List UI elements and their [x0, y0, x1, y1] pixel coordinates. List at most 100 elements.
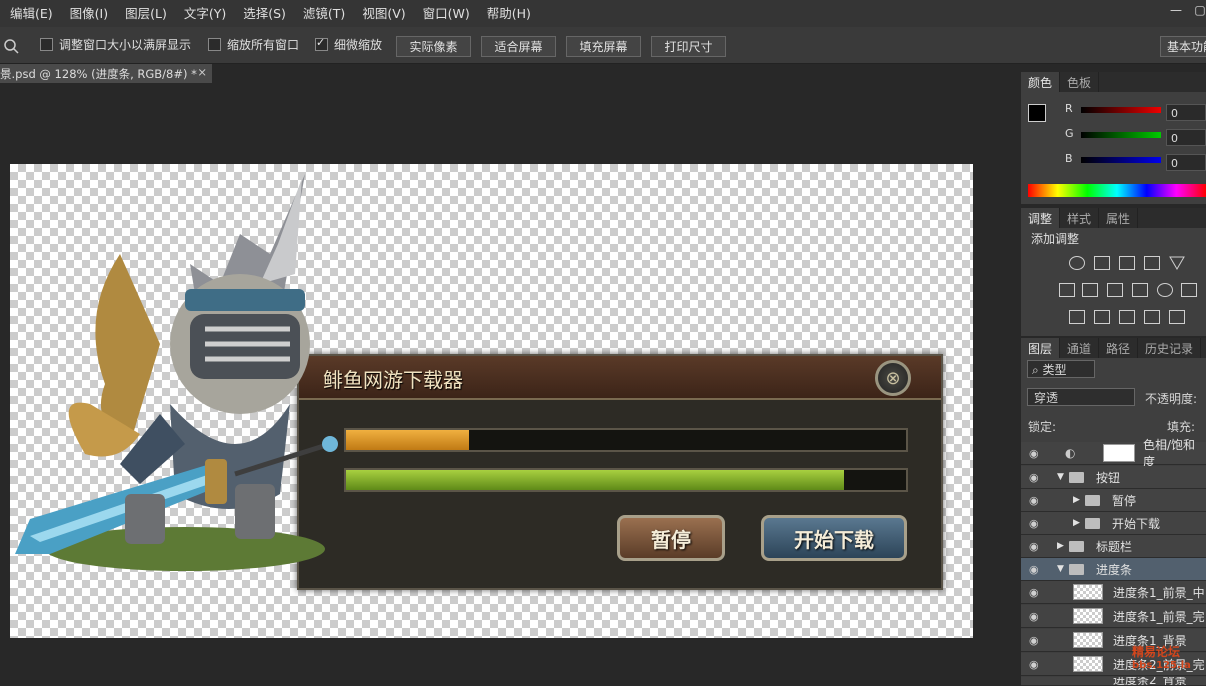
- add-adjustment-label: 添加调整: [1031, 232, 1080, 246]
- r-channel-row: R 0: [1021, 102, 1206, 122]
- progress-bar-1: [344, 428, 908, 452]
- layer-row[interactable]: ◉ ▶ 开始下载: [1021, 512, 1206, 535]
- tab-layers[interactable]: 图层: [1021, 338, 1061, 358]
- channel-mixer-icon[interactable]: [1157, 283, 1173, 297]
- chevron-right-icon[interactable]: ▶: [1057, 541, 1064, 551]
- blend-mode-select[interactable]: 穿透: [1027, 388, 1135, 406]
- hue-saturation-icon[interactable]: [1059, 283, 1075, 297]
- print-size-button[interactable]: 打印尺寸: [651, 36, 726, 57]
- gradient-map-icon[interactable]: [1144, 310, 1160, 324]
- brightness-icon[interactable]: [1069, 256, 1085, 270]
- photo-filter-icon[interactable]: [1132, 283, 1148, 297]
- tab-paths[interactable]: 路径: [1099, 338, 1139, 358]
- workspace-switcher[interactable]: 基本功能: [1160, 36, 1206, 57]
- posterize-icon[interactable]: [1094, 310, 1110, 324]
- color-panel: 颜色 色板 R 0 G 0 B 0: [1021, 72, 1206, 204]
- b-value-field[interactable]: 0: [1166, 154, 1206, 171]
- fit-screen-button[interactable]: 适合屏幕: [481, 36, 556, 57]
- start-download-button[interactable]: 开始下载: [761, 515, 907, 561]
- color-balance-icon[interactable]: [1082, 283, 1098, 297]
- fill-screen-button[interactable]: 填充屏幕: [566, 36, 641, 57]
- layer-row[interactable]: ◉ ◐ 色相/饱和度: [1021, 438, 1206, 469]
- chevron-right-icon[interactable]: ▶: [1073, 518, 1080, 528]
- dialog-titlebar: 鲱鱼网游下载器 ⊗: [299, 356, 941, 400]
- chevron-down-icon[interactable]: ▼: [1057, 472, 1064, 482]
- eye-icon[interactable]: ◉: [1029, 563, 1039, 576]
- zoom-all-checkbox[interactable]: [208, 38, 221, 51]
- b-channel-row: B 0: [1021, 152, 1206, 172]
- layer-row[interactable]: ◉ ▼ 按钮: [1021, 466, 1206, 489]
- restore-icon[interactable]: ▢: [1184, 0, 1206, 20]
- resize-window-checkbox[interactable]: [40, 38, 53, 51]
- options-bar: 调整窗口大小以满屏显示 缩放所有窗口 细微缩放 实际像素 适合屏幕 填充屏幕 打…: [0, 27, 1206, 64]
- layer-row[interactable]: ◉ 进度条1_前景_中: [1021, 581, 1206, 604]
- threshold-icon[interactable]: [1119, 310, 1135, 324]
- layer-row[interactable]: ◉ ▶ 标题栏: [1021, 535, 1206, 558]
- layer-filter-select[interactable]: ⌕ 类型: [1027, 360, 1095, 378]
- eye-icon[interactable]: ◉: [1029, 517, 1039, 530]
- document-tab[interactable]: 景.psd @ 128% (进度条, RGB/8#) * ×: [0, 64, 212, 83]
- menu-image[interactable]: 图像(I): [60, 0, 115, 27]
- zoom-tool-icon[interactable]: [3, 38, 19, 54]
- layer-row[interactable]: ◉ 进度条1_前景_完: [1021, 605, 1206, 628]
- menu-layer[interactable]: 图层(L): [115, 0, 174, 27]
- menu-edit[interactable]: 编辑(E): [0, 0, 60, 27]
- resize-window-option[interactable]: 调整窗口大小以满屏显示: [40, 36, 191, 53]
- b-slider[interactable]: [1081, 157, 1161, 163]
- tab-properties[interactable]: 属性: [1099, 208, 1139, 228]
- close-icon[interactable]: ⊗: [875, 360, 911, 396]
- menu-filter[interactable]: 滤镜(T): [293, 0, 352, 27]
- black-white-icon[interactable]: [1107, 283, 1123, 297]
- eye-icon[interactable]: ◉: [1029, 610, 1039, 623]
- vibrance-icon[interactable]: [1169, 256, 1185, 270]
- color-spectrum[interactable]: [1028, 184, 1206, 197]
- document-title: 景.psd @ 128% (进度条, RGB/8#) *: [0, 66, 197, 81]
- selective-color-icon[interactable]: [1169, 310, 1185, 324]
- adjustment-layer-icon: ◐: [1065, 446, 1076, 460]
- exposure-icon[interactable]: [1144, 256, 1160, 270]
- menu-type[interactable]: 文字(Y): [174, 0, 233, 27]
- r-value-field[interactable]: 0: [1166, 104, 1206, 121]
- curves-icon[interactable]: [1119, 256, 1135, 270]
- zoom-all-option[interactable]: 缩放所有窗口: [208, 36, 299, 53]
- downloader-dialog: 鲱鱼网游下载器 ⊗ 暂停 开始下载: [297, 354, 943, 590]
- eye-icon[interactable]: ◉: [1029, 540, 1039, 553]
- tab-styles[interactable]: 样式: [1060, 208, 1100, 228]
- progress-fill-1: [346, 430, 470, 450]
- eye-icon[interactable]: ◉: [1029, 586, 1039, 599]
- layer-row[interactable]: ◉ ▶ 暂停: [1021, 489, 1206, 512]
- tab-channels[interactable]: 通道: [1060, 338, 1100, 358]
- menu-help[interactable]: 帮助(H): [477, 0, 538, 27]
- eye-icon[interactable]: ◉: [1029, 494, 1039, 507]
- pause-button[interactable]: 暂停: [617, 515, 725, 561]
- g-slider[interactable]: [1081, 132, 1161, 138]
- levels-icon[interactable]: [1094, 256, 1110, 270]
- tab-history[interactable]: 历史记录: [1138, 338, 1202, 358]
- menu-select[interactable]: 选择(S): [233, 0, 293, 27]
- eye-icon[interactable]: ◉: [1029, 634, 1039, 647]
- opacity-label: 不透明度:: [1145, 392, 1198, 406]
- menu-bar: 编辑(E) 图像(I) 图层(L) 文字(Y) 选择(S) 滤镜(T) 视图(V…: [0, 0, 1206, 27]
- eye-icon[interactable]: ◉: [1029, 658, 1039, 671]
- folder-icon: [1069, 471, 1084, 483]
- scrubby-zoom-checkbox[interactable]: [315, 36, 328, 51]
- eye-icon[interactable]: ◉: [1029, 471, 1039, 484]
- lock-label: 锁定:: [1028, 420, 1057, 434]
- chevron-down-icon[interactable]: ▼: [1057, 564, 1064, 574]
- layer-row-selected[interactable]: ◉ ▼ 进度条: [1021, 558, 1206, 581]
- menu-view[interactable]: 视图(V): [352, 0, 412, 27]
- tab-adjustments[interactable]: 调整: [1021, 208, 1061, 228]
- g-value-field[interactable]: 0: [1166, 129, 1206, 146]
- scrubby-zoom-option[interactable]: 细微缩放: [315, 36, 382, 53]
- tab-swatches[interactable]: 色板: [1060, 72, 1100, 92]
- close-tab-icon[interactable]: ×: [197, 65, 207, 79]
- canvas[interactable]: 鲱鱼网游下载器 ⊗ 暂停 开始下载: [10, 164, 973, 638]
- menu-window[interactable]: 窗口(W): [413, 0, 477, 27]
- eye-icon[interactable]: ◉: [1029, 447, 1039, 460]
- tab-color[interactable]: 颜色: [1021, 72, 1061, 92]
- actual-pixels-button[interactable]: 实际像素: [396, 36, 471, 57]
- chevron-right-icon[interactable]: ▶: [1073, 495, 1080, 505]
- r-slider[interactable]: [1081, 107, 1161, 113]
- invert-icon[interactable]: [1069, 310, 1085, 324]
- color-lookup-icon[interactable]: [1181, 283, 1197, 297]
